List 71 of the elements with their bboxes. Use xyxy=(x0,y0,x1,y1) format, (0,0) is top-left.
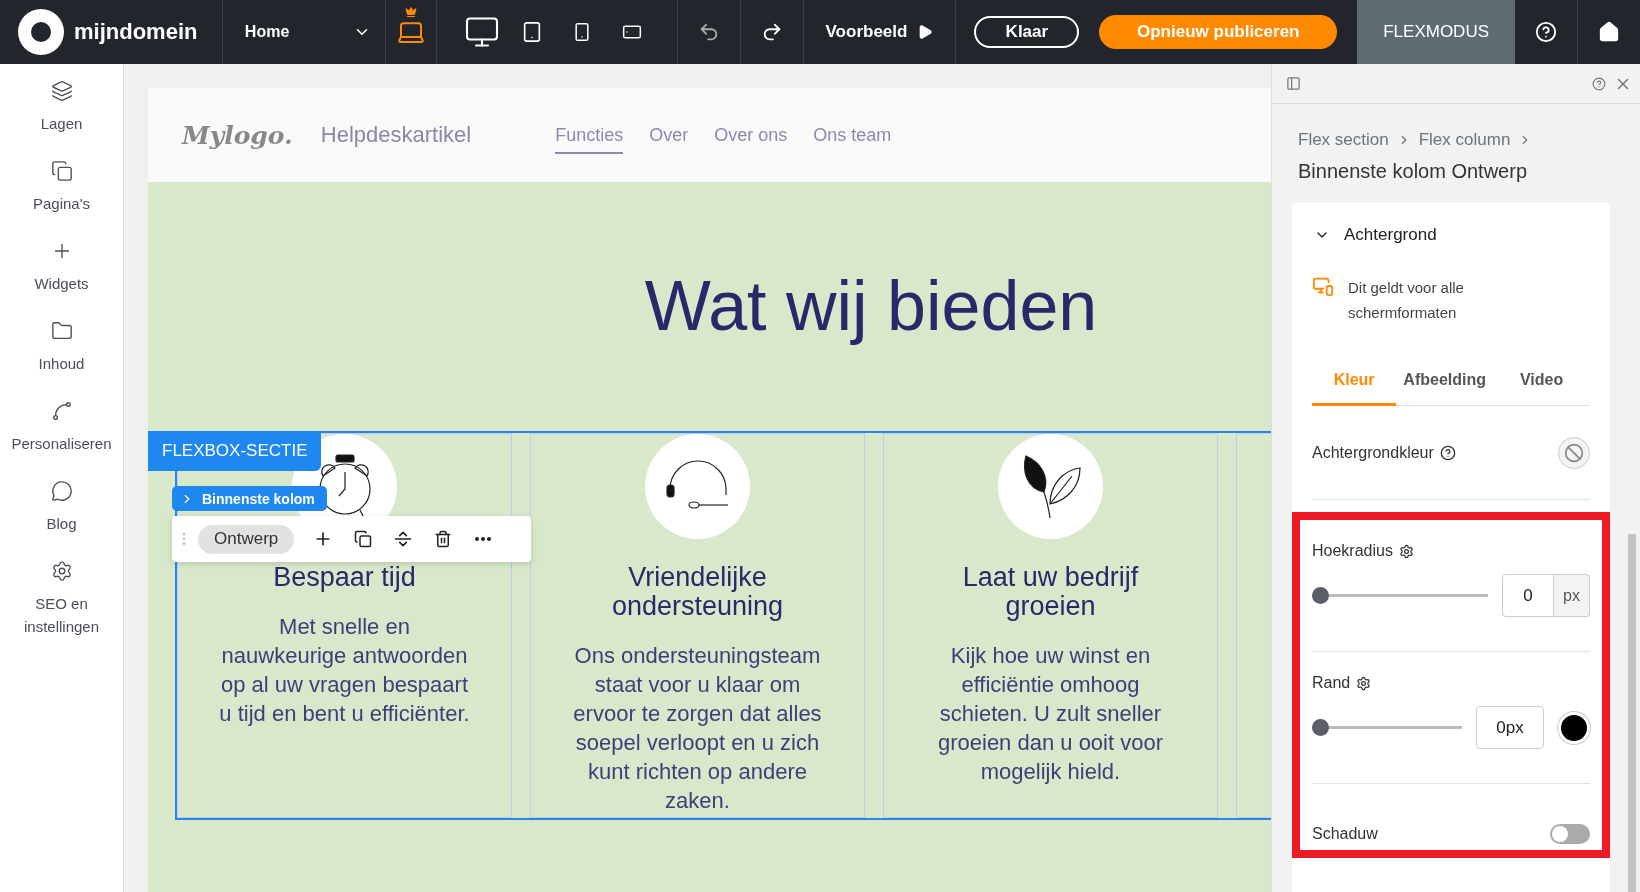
devices-icon xyxy=(1312,275,1334,297)
path-icon xyxy=(50,400,73,422)
tab[interactable]: Afbeelding xyxy=(1396,371,1494,406)
no-color-button[interactable] xyxy=(1558,436,1590,469)
site-title: Helpdeskartikel xyxy=(320,122,472,148)
crown-icon xyxy=(404,6,417,18)
sidebar-item[interactable]: SEO en instellingen xyxy=(1,560,122,638)
design-button[interactable]: Ontwerp xyxy=(198,524,295,554)
home-icon xyxy=(1598,21,1620,43)
page-select[interactable]: Home xyxy=(222,0,385,64)
sidebar-item[interactable]: Pagina's xyxy=(1,160,122,215)
gear-icon xyxy=(1356,675,1372,691)
phone-landscape-icon xyxy=(621,22,642,42)
card-title: Bespaar tijd xyxy=(272,563,417,592)
panel-icon xyxy=(1286,76,1301,91)
split-icon xyxy=(393,529,414,549)
scrollbar[interactable] xyxy=(1628,534,1636,892)
unit-label: px xyxy=(1554,574,1590,617)
radius-field[interactable]: 0 xyxy=(1502,574,1554,617)
sidebar-item[interactable]: Blog xyxy=(1,480,122,535)
sidebar-item[interactable]: Inhoud xyxy=(1,320,122,375)
pages-icon xyxy=(50,160,73,182)
column-tag[interactable]: Binnenste kolom xyxy=(172,486,327,511)
card-title: Vriendelijke ondersteuning xyxy=(610,563,785,621)
monitor-icon xyxy=(463,14,500,50)
background-color-label: Achtergrondkleur xyxy=(1312,443,1434,462)
site-logo: Mylogo. xyxy=(182,120,293,150)
card-text: Kijk hoe uw winst en efficiëntie omhoog schieten. U zult sneller groeien dan u ooit voor mogelijk hield. xyxy=(936,642,1165,786)
brand-name: mijndomein xyxy=(74,19,198,45)
corner-radius-label: Hoekradius xyxy=(1312,542,1393,560)
no-color-icon xyxy=(1564,442,1584,463)
shadow-label: Schaduw xyxy=(1312,825,1378,843)
settings-icon xyxy=(50,560,73,582)
border-label: Rand xyxy=(1312,674,1351,692)
sidebar-item[interactable]: Lagen xyxy=(1,80,122,135)
flex-mode-button[interactable]: FLEXMODUS xyxy=(1357,0,1516,64)
gear-icon xyxy=(1398,543,1414,559)
flex-column[interactable]: Vriendelijke ondersteuning Ons ondersteuningsteam staat voor u klaar om ervoor te zorgen dat alles soepel verloopt en u zich kunt richten op andere zaken. xyxy=(530,433,865,818)
layers-icon xyxy=(50,80,73,102)
sidebar-item[interactable]: Widgets xyxy=(1,240,122,295)
flex-column[interactable]: Laat uw bedrijf groeien Kijk hoe uw winst en efficiëntie omhoog schieten. U zult sneller groeien dan u ooit voor mogelijk hield. xyxy=(883,433,1218,818)
preview-button[interactable]: Voorbeeld xyxy=(803,0,956,64)
card-title: Laat uw bedrijf groeien xyxy=(961,563,1140,621)
accordion-header[interactable]: Achtergrond xyxy=(1312,225,1437,245)
border-width-field[interactable]: 0px xyxy=(1476,706,1544,749)
slider-thumb[interactable] xyxy=(1312,719,1329,736)
trash-icon xyxy=(434,530,453,548)
more-icon xyxy=(475,537,492,541)
help-icon xyxy=(1535,21,1558,43)
card-text: Met snelle en nauwkeurige antwoorden op al uw vragen bespaart u tijd en bent u efficiënter. xyxy=(218,613,471,728)
play-icon xyxy=(917,24,934,40)
card-text: Ons ondersteuningsteam staat voor u klaar om ervoor te zorgen dat alles soepel verloopt en u zich kunt richten op andere zaken. xyxy=(572,642,823,815)
slider-thumb[interactable] xyxy=(1312,587,1329,604)
section-heading: Wat wij bieden xyxy=(643,266,1099,346)
panel-title: Binnenste kolom Ontwerp xyxy=(1297,159,1528,183)
folder-icon xyxy=(50,320,73,342)
border-color-swatch[interactable] xyxy=(1558,711,1590,744)
section-label: FLEXBOX-SECTIE xyxy=(148,431,322,471)
done-button[interactable]: Klaar xyxy=(974,16,1080,48)
logo-icon xyxy=(18,9,64,55)
breadcrumb-link[interactable]: Flex section xyxy=(1298,130,1389,150)
panel-toggle-button[interactable] xyxy=(1284,74,1303,93)
info-text: Dit geldt voor alle schermformaten xyxy=(1348,278,1465,323)
sidebar-item[interactable]: Personaliseren xyxy=(1,400,122,455)
chat-icon xyxy=(50,480,73,502)
help-icon xyxy=(1439,444,1456,461)
copy-icon xyxy=(354,530,373,548)
breadcrumb-link[interactable]: Flex column xyxy=(1418,130,1511,150)
help-icon xyxy=(1592,76,1606,91)
shadow-toggle[interactable] xyxy=(1550,824,1590,844)
tab[interactable]: Video xyxy=(1493,371,1590,406)
